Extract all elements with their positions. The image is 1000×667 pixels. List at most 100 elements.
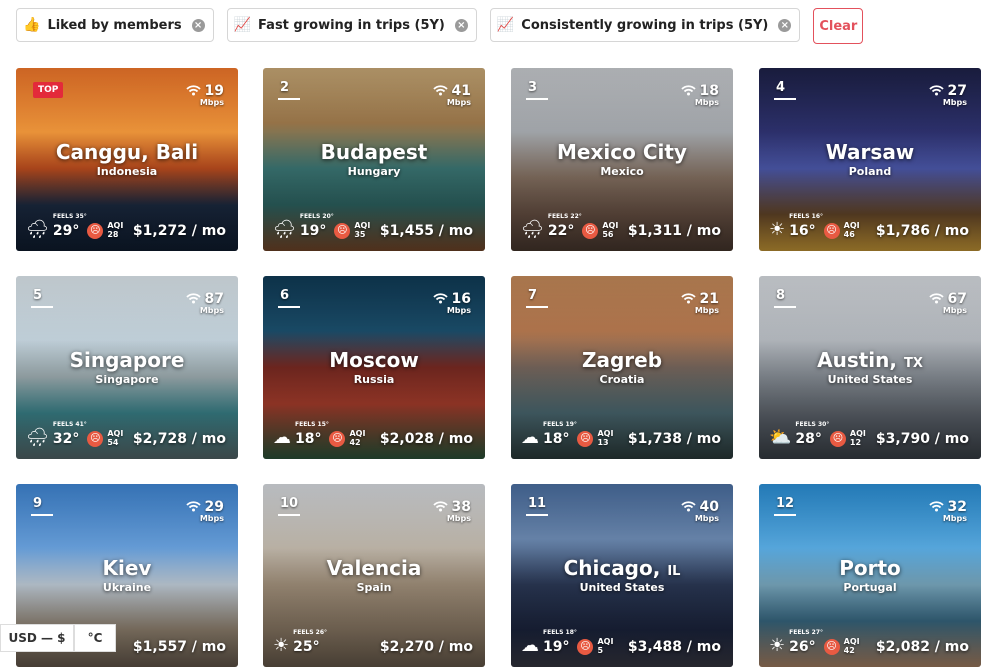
cloud-icon: ☁: [521, 427, 539, 448]
card-stats: ☁ FEELS 18° 19° ☹ AQI 5 $3,488 / mo: [521, 629, 721, 655]
city-card[interactable]: 8 67 Mbps Austin, TX United States ⛅ FEELS 30°…: [759, 276, 981, 459]
country-name: Russia: [353, 373, 395, 386]
rank-number: 12: [776, 496, 796, 516]
internet-speed: 41 Mbps: [432, 80, 471, 107]
wifi-icon: [928, 85, 944, 96]
chart-up-icon: 📈: [496, 17, 515, 33]
currency-selector[interactable]: USD — $: [0, 624, 74, 652]
city-card[interactable]: 12 32 Mbps Porto Portugal ☀ FEELS 27° 26° ☹ AQI 4…: [759, 484, 981, 667]
aqi-face-icon: ☹: [582, 223, 599, 239]
city-name: Moscow: [263, 348, 485, 372]
internet-speed: 32 Mbps: [928, 496, 967, 523]
wifi-unit: Mbps: [199, 306, 224, 315]
clear-filters-button[interactable]: Clear: [813, 8, 864, 44]
filter-label: Liked by members: [47, 17, 182, 33]
close-icon[interactable]: ×: [191, 18, 205, 32]
wifi-icon: [928, 293, 944, 304]
aqi-face-icon: ☹: [334, 223, 351, 239]
aqi-label: AQI: [849, 429, 866, 438]
city-card[interactable]: 7 21 Mbps Zagreb Croatia ☁ FEELS 19° 18° ☹ AQI 13…: [511, 276, 733, 459]
wifi-speed: 19: [204, 83, 224, 99]
card-stats: ☀ FEELS 27° 26° ☹ AQI 42 $2,082 / mo: [769, 629, 969, 655]
card-stats: 🌧 FEELS 20° 19° ☹ AQI 35 $1,455 / mo: [273, 213, 473, 239]
cloud-icon: ☁: [273, 427, 291, 448]
close-icon[interactable]: ×: [454, 18, 468, 32]
wifi-unit: Mbps: [694, 514, 719, 523]
aqi-label: AQI: [597, 637, 614, 646]
filter-label: Consistently growing in trips (5Y): [521, 17, 769, 33]
aqi-value: 56: [602, 230, 614, 239]
city-card[interactable]: 11 40 Mbps Chicago, IL United States ☁ FEELS 1…: [511, 484, 733, 667]
rank-number: 7: [528, 288, 548, 308]
internet-speed: 29 Mbps: [185, 496, 224, 523]
country-name: Spain: [356, 581, 392, 594]
aqi-value: 28: [107, 230, 119, 239]
monthly-cost: $1,272 / mo: [132, 223, 226, 239]
wifi-speed: 16: [451, 291, 471, 307]
country-name: Poland: [848, 165, 892, 178]
aqi-label: AQI: [597, 429, 614, 438]
temperature: FEELS 30° 28°: [795, 421, 829, 447]
rain-cloud-icon: 🌧: [26, 219, 49, 240]
city-card[interactable]: 2 41 Mbps Budapest Hungary 🌧 FEELS 20° 19° ☹ AQI…: [263, 68, 485, 251]
internet-speed: 40 Mbps: [680, 496, 719, 523]
country-name: Hungary: [347, 165, 401, 178]
wifi-unit: Mbps: [942, 306, 967, 315]
feels-like: FEELS 20°: [299, 213, 334, 220]
city-name: Valencia: [263, 556, 485, 580]
rank-number: 11: [528, 496, 548, 516]
aqi: AQI 12: [850, 429, 866, 447]
temperature-unit-toggle[interactable]: °C: [74, 624, 116, 652]
feels-like: FEELS 18°: [543, 629, 577, 636]
city-card[interactable]: 10 38 Mbps Valencia Spain ☀ FEELS 26° 25° $2,27…: [263, 484, 485, 667]
city-card[interactable]: 4 27 Mbps Warsaw Poland ☀ FEELS 16° 16° ☹ AQI 46 $…: [759, 68, 981, 251]
aqi: AQI 42: [349, 429, 365, 447]
card-stats: 🌧 FEELS 22° 22° ☹ AQI 56 $1,311 / mo: [521, 213, 721, 239]
temperature-value: 16°: [789, 223, 816, 239]
wifi-icon: [680, 501, 696, 512]
wifi-icon: [432, 85, 448, 96]
aqi: AQI 28: [107, 221, 123, 239]
temperature-value: 18°: [543, 431, 570, 447]
temperature-value: 19°: [543, 639, 570, 655]
city-card[interactable]: 5 87 Mbps Singapore Singapore 🌧 FEELS 41° 32° ☹…: [16, 276, 238, 459]
wifi-speed: 41: [451, 83, 471, 99]
wifi-unit: Mbps: [694, 98, 719, 107]
city-name: Kiev: [16, 556, 238, 580]
monthly-cost: $1,557 / mo: [132, 639, 226, 655]
aqi-value: 54: [107, 438, 119, 447]
feels-like: FEELS 16°: [789, 213, 824, 220]
temperature: FEELS 35° 29°: [53, 213, 87, 239]
city-card[interactable]: TOP 19 Mbps Canggu, Bali Indonesia 🌧 FEELS 35…: [16, 68, 238, 251]
wifi-icon: [680, 293, 696, 304]
wifi-speed: 67: [947, 291, 967, 307]
rank-number: 4: [776, 80, 796, 100]
rain-cloud-icon: 🌧: [26, 427, 49, 448]
feels-like: FEELS 19°: [543, 421, 577, 428]
footer-settings: USD — $ °C: [0, 624, 116, 652]
close-icon[interactable]: ×: [778, 18, 792, 32]
card-stats: ☁ FEELS 15° 18° ☹ AQI 42 $2,028 / mo: [273, 421, 473, 448]
city-name: Canggu, Bali: [16, 140, 238, 164]
filter-chip-consistently-growing[interactable]: 📈 Consistently growing in trips (5Y) ×: [489, 8, 801, 42]
city-label: Budapest: [320, 140, 428, 164]
city-card[interactable]: 3 18 Mbps Mexico City Mexico 🌧 FEELS 22° 22° ☹ A…: [511, 68, 733, 251]
sun-icon: ☀: [769, 219, 786, 240]
city-name: Chicago, IL: [511, 556, 733, 580]
city-label: Canggu, Bali: [55, 140, 199, 164]
monthly-cost: $1,311 / mo: [627, 223, 721, 239]
temperature: FEELS 15° 18°: [295, 421, 329, 447]
wifi-speed: 40: [699, 499, 719, 515]
aqi-value: 12: [849, 438, 862, 447]
city-label: Zagreb: [581, 348, 663, 372]
city-label: Warsaw: [825, 140, 915, 164]
filter-chip-fast-growing[interactable]: 📈 Fast growing in trips (5Y) ×: [226, 8, 477, 42]
filter-chip-liked[interactable]: 👍 Liked by members ×: [16, 8, 214, 42]
aqi-value: 46: [843, 230, 855, 239]
city-card[interactable]: 6 16 Mbps Moscow Russia ☁ FEELS 15° 18° ☹ AQI 42 $…: [263, 276, 485, 459]
chart-up-icon: 📈: [233, 17, 252, 33]
aqi-value: 13: [597, 438, 609, 447]
monthly-cost: $2,270 / mo: [379, 639, 473, 655]
city-name: Zagreb: [511, 348, 733, 372]
card-stats: ☁ FEELS 19° 18° ☹ AQI 13 $1,738 / mo: [521, 421, 721, 448]
